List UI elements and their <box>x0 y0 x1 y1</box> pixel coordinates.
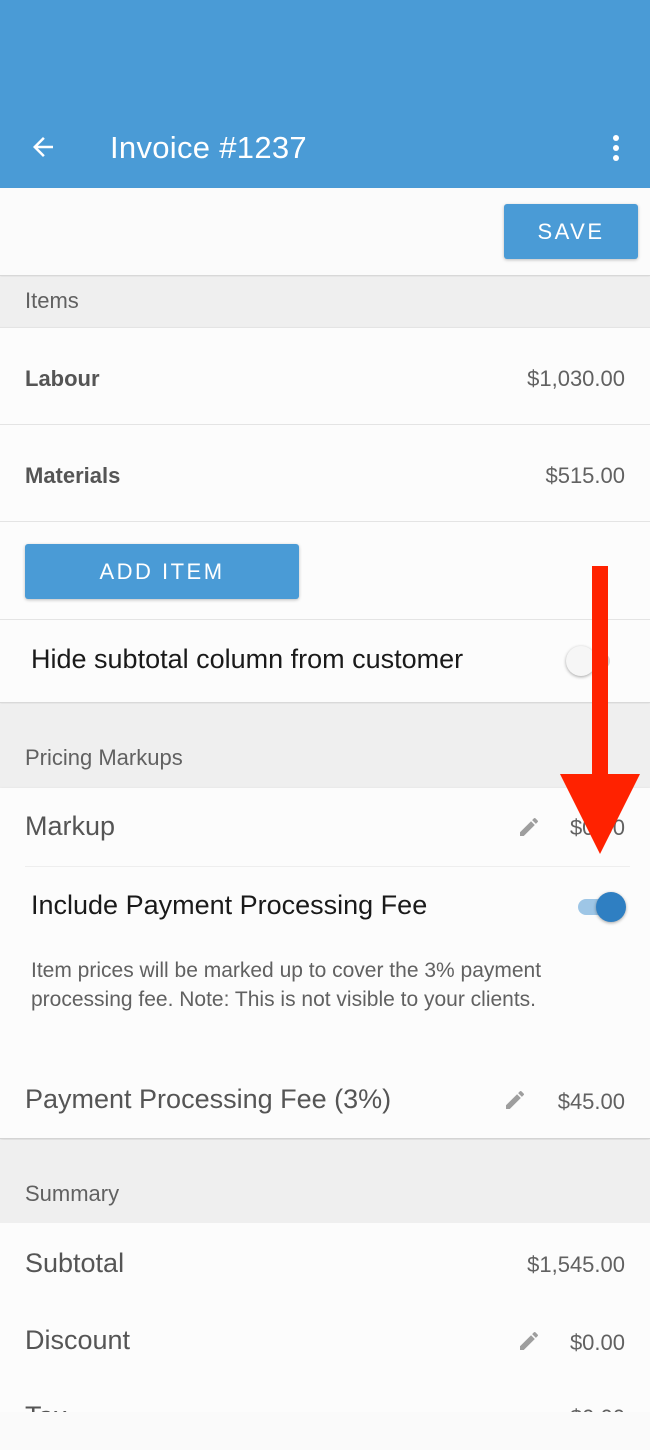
save-button[interactable]: SAVE <box>504 204 638 259</box>
section-header-items: Items <box>0 277 650 327</box>
item-amount: $1,030.00 <box>527 366 625 391</box>
tax-row[interactable]: Tax $0.00 <box>0 1381 650 1415</box>
markup-label: Markup <box>25 811 116 841</box>
pencil-icon[interactable] <box>517 1329 541 1353</box>
section-title: Items <box>25 288 79 313</box>
item-name: Labour <box>25 366 100 391</box>
list-item-labour[interactable]: Labour $1,030.00 <box>0 328 650 424</box>
add-item-button[interactable]: ADD ITEM <box>25 544 299 599</box>
hide-subtotal-toggle[interactable] <box>566 643 618 677</box>
markup-amount: $0.00 <box>569 815 625 840</box>
item-name: Materials <box>25 463 121 488</box>
discount-row[interactable]: Discount $0.00 <box>0 1303 650 1381</box>
page-title: Invoice #1237 <box>110 130 307 165</box>
divider <box>0 521 650 522</box>
more-options-button[interactable] <box>600 128 632 168</box>
processing-fee-amount: $45.00 <box>557 1089 625 1114</box>
toggle-thumb <box>596 892 626 922</box>
list-item-materials[interactable]: Materials $515.00 <box>0 425 650 521</box>
section-header-pricing-markups: Pricing Markups <box>0 704 650 788</box>
arrow-left-icon <box>33 137 53 157</box>
pencil-icon[interactable] <box>503 1088 527 1112</box>
include-fee-toggle[interactable] <box>574 889 626 923</box>
include-fee-label: Include Payment Processing Fee <box>31 890 428 920</box>
discount-label: Discount <box>25 1325 131 1355</box>
hide-subtotal-row: Hide subtotal column from customer <box>0 620 650 703</box>
scroll-fade <box>0 1412 650 1450</box>
pencil-icon[interactable] <box>517 815 541 839</box>
more-vertical-icon <box>613 135 619 161</box>
processing-fee-label: Payment Processing Fee (3%) <box>25 1084 392 1114</box>
markup-row[interactable]: Markup $0.00 <box>0 788 650 866</box>
discount-amount: $0.00 <box>569 1330 625 1355</box>
back-button[interactable] <box>22 126 64 168</box>
processing-fee-row[interactable]: Payment Processing Fee (3%) $45.00 <box>0 1062 650 1139</box>
toggle-thumb <box>566 646 596 676</box>
section-header-summary: Summary <box>0 1140 650 1223</box>
item-amount: $515.00 <box>545 463 625 488</box>
hide-subtotal-label: Hide subtotal column from customer <box>31 644 464 674</box>
subtotal-label: Subtotal <box>25 1248 125 1278</box>
subtotal-row: Subtotal $1,545.00 <box>0 1223 650 1303</box>
include-fee-row: Include Payment Processing Fee <box>0 867 650 949</box>
action-toolbar: SAVE <box>0 188 650 276</box>
subtotal-amount: $1,545.00 <box>527 1252 625 1277</box>
section-title: Pricing Markups <box>25 745 183 770</box>
app-bar: Invoice #1237 <box>0 0 650 188</box>
fee-note: Item prices will be marked up to cover t… <box>31 959 542 1011</box>
section-title: Summary <box>25 1181 120 1206</box>
